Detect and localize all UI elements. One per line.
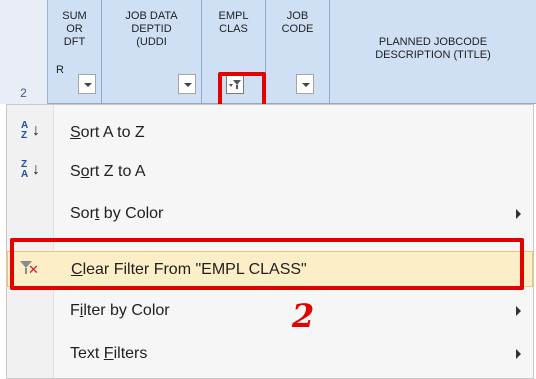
annotation-step-2: 2: [292, 297, 315, 335]
submenu-arrow-icon: [516, 349, 521, 359]
column-header-job-code[interactable]: JOB CODE: [266, 0, 330, 104]
submenu-arrow-icon: [516, 209, 521, 219]
column-header-deptid[interactable]: JOB DATA DEPTID (UDDI: [102, 0, 202, 104]
menu-item-label: Sort by Color: [70, 205, 164, 222]
menu-item-sort-by-color[interactable]: Sort by Color: [7, 196, 533, 232]
filter-dropdown-button[interactable]: [178, 74, 196, 94]
chevron-down-icon: [84, 83, 92, 87]
spreadsheet-header: 2 SUM OR DFT R JOB DATA DEPTID (UDDI EMP…: [0, 0, 536, 108]
filter-dropdown-button[interactable]: [78, 74, 96, 94]
menu-item-text-filters[interactable]: Text Filters: [7, 336, 533, 372]
column-header-planned-jobcode[interactable]: PLANNED JOBCODE DESCRIPTION (TITLE): [330, 0, 536, 104]
column-title: EMPL CLAS: [218, 10, 249, 35]
column-title: SUM OR DFT: [62, 10, 87, 48]
chevron-down-icon: [184, 83, 192, 87]
sort-ascending-icon: AZ ↓: [21, 120, 40, 141]
chevron-down-icon: [302, 83, 310, 87]
row-number: 2: [20, 86, 27, 100]
row-header[interactable]: 2: [0, 0, 48, 104]
column-header-sum-or-dft[interactable]: SUM OR DFT R: [48, 0, 102, 104]
menu-item-filter-by-color[interactable]: Filter by Color: [7, 293, 533, 329]
menu-item-label: Text Filters: [70, 345, 148, 362]
menu-item-sort-a-to-z[interactable]: AZ ↓ Sort A to Z: [7, 115, 533, 151]
filter-dropdown-button[interactable]: [296, 74, 314, 94]
column-title: JOB DATA DEPTID (UDDI: [125, 10, 178, 48]
sort-descending-icon: ZA ↓: [21, 159, 40, 180]
menu-item-label: Sort A to Z: [70, 124, 145, 141]
column-title: PLANNED JOBCODE DESCRIPTION (TITLE): [375, 36, 491, 61]
column-title: JOB CODE: [281, 10, 314, 35]
menu-item-sort-z-to-a[interactable]: ZA ↓ Sort Z to A: [7, 154, 533, 190]
highlight-box-step-2: [10, 238, 524, 290]
highlight-box-step-1: [218, 72, 266, 108]
column-title-fragment: R: [56, 64, 64, 76]
submenu-arrow-icon: [516, 306, 521, 316]
menu-item-label: Filter by Color: [70, 302, 170, 319]
menu-item-label: Sort Z to A: [70, 163, 146, 180]
